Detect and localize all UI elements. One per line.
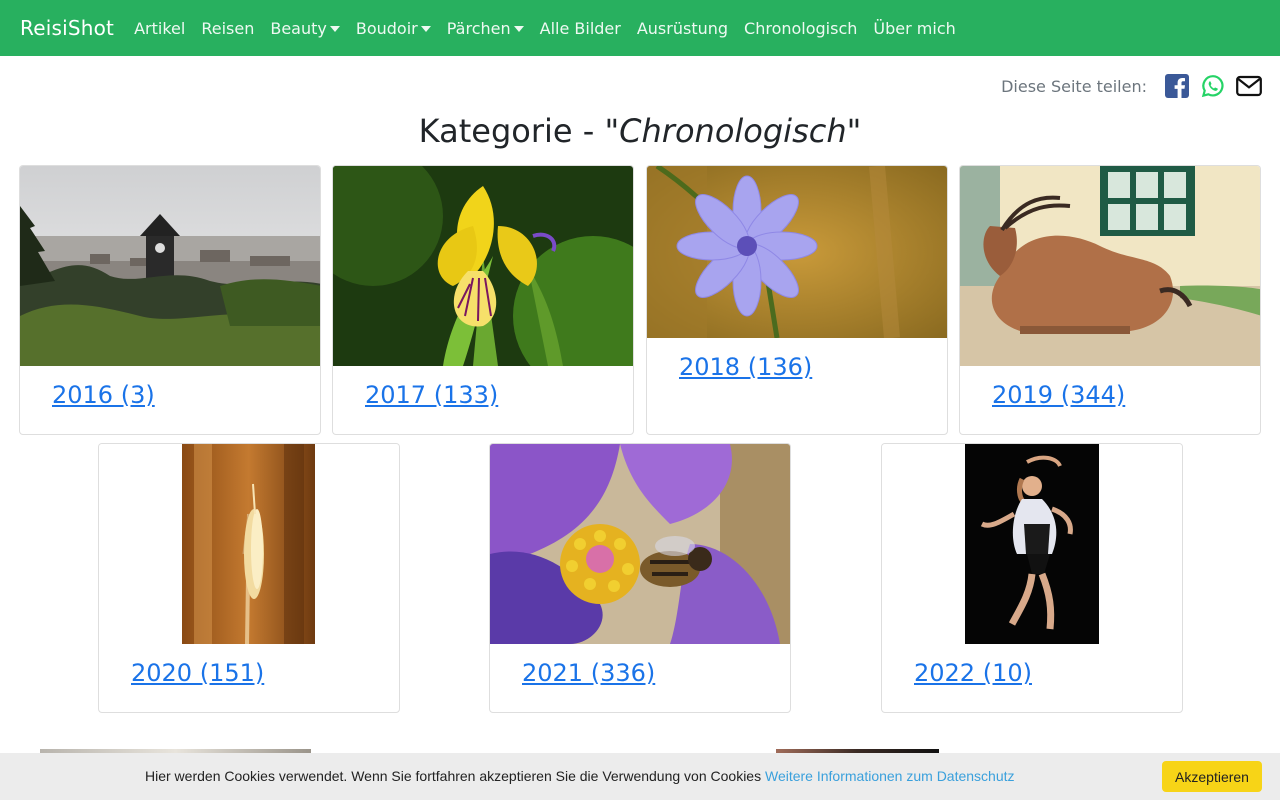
year-link-2016[interactable]: 2016 (3) (52, 381, 155, 409)
nav-item-label: Alle Bilder (539, 18, 621, 38)
share-label: Diese Seite teilen: (1001, 76, 1147, 96)
year-link-2019[interactable]: 2019 (344) (992, 381, 1125, 409)
caret-down-icon (420, 26, 431, 32)
page-title-prefix: Kategorie - (418, 112, 605, 150)
nav-item-chronologisch[interactable]: Chronologisch (736, 19, 865, 38)
nav-item-label: Boudoir (355, 18, 418, 38)
nav-item-label: Über mich (873, 18, 956, 38)
yellow-iris-photo[interactable] (333, 166, 633, 366)
cookie-message: Hier werden Cookies verwendet. Wenn Sie … (145, 768, 1015, 784)
nav-item-label: Artikel (134, 18, 186, 38)
chicory-flower-photo[interactable] (647, 166, 947, 338)
nav-item-label: Beauty (270, 18, 327, 38)
grass-seedhead-photo[interactable] (99, 444, 399, 644)
cookie-consent-bar: Hier werden Cookies verwendet. Wenn Sie … (0, 753, 1280, 800)
year-link-2017[interactable]: 2017 (133) (365, 381, 498, 409)
top-navbar: ReisiShot Artikel Reisen Beauty Boudoir … (0, 0, 1280, 56)
dancer-portrait-photo[interactable] (882, 444, 1182, 644)
brand-logo[interactable]: ReisiShot (20, 16, 114, 40)
page-title: Kategorie - "Chronologisch" (0, 112, 1280, 150)
year-card-2019[interactable]: 2019 (344) (959, 165, 1261, 435)
year-card-2018[interactable]: 2018 (136) (646, 165, 948, 435)
nav-item-ueber-mich[interactable]: Über mich (865, 19, 963, 38)
city-clock-tower-photo[interactable] (20, 166, 320, 366)
nav-item-beauty-dropdown[interactable]: Beauty (262, 19, 348, 38)
year-link-2022[interactable]: 2022 (10) (914, 659, 1032, 687)
nav-item-artikel[interactable]: Artikel (126, 19, 193, 38)
caret-down-icon (513, 26, 524, 32)
privacy-policy-link[interactable]: Weitere Informationen zum Datenschutz (765, 768, 1015, 784)
cookie-message-text: Hier werden Cookies verwendet. Wenn Sie … (145, 768, 765, 784)
year-link-2018[interactable]: 2018 (136) (679, 353, 812, 381)
accept-cookies-button[interactable]: Akzeptieren (1162, 761, 1262, 792)
nav-item-label: Ausrüstung (636, 18, 729, 38)
page-title-category: "Chronologisch" (604, 112, 862, 150)
nav-item-label: Pärchen (446, 18, 511, 38)
email-icon[interactable] (1236, 73, 1262, 99)
eland-antelope-photo[interactable] (960, 166, 1260, 366)
facebook-icon[interactable] (1164, 73, 1190, 99)
nav-item-label: Chronologisch (744, 18, 858, 38)
nav-item-paerchen-dropdown[interactable]: Pärchen (439, 19, 532, 38)
nav-item-boudoir-dropdown[interactable]: Boudoir (348, 19, 439, 38)
nav-item-ausruestung[interactable]: Ausrüstung (629, 19, 736, 38)
whatsapp-icon[interactable] (1200, 73, 1226, 99)
year-card-2017[interactable]: 2017 (133) (332, 165, 634, 435)
year-card-2016[interactable]: 2016 (3) (19, 165, 321, 435)
nav-item-label: Reisen (201, 18, 255, 38)
nav-item-reisen[interactable]: Reisen (193, 19, 262, 38)
year-card-2022[interactable]: 2022 (10) (881, 443, 1183, 713)
year-card-2020[interactable]: 2020 (151) (98, 443, 400, 713)
share-bar: Diese Seite teilen: (1001, 72, 1262, 100)
nav-item-alle-bilder[interactable]: Alle Bilder (532, 19, 629, 38)
year-link-2021[interactable]: 2021 (336) (522, 659, 655, 687)
year-link-2020[interactable]: 2020 (151) (131, 659, 264, 687)
caret-down-icon (329, 26, 340, 32)
year-card-2021[interactable]: 2021 (336) (489, 443, 791, 713)
bee-on-pasqueflower-photo[interactable] (490, 444, 790, 644)
